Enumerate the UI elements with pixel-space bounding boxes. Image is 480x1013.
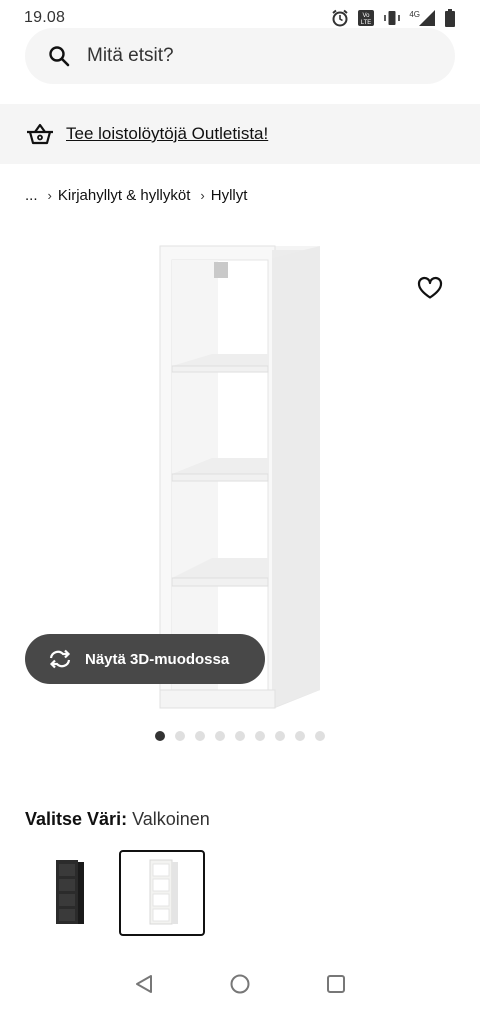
vibrate-icon — [384, 11, 401, 25]
home-icon[interactable] — [229, 973, 251, 995]
battery-icon — [445, 9, 455, 27]
volte-icon: VoLTE — [358, 10, 375, 26]
search-input[interactable] — [87, 45, 407, 67]
search-box[interactable] — [25, 28, 455, 84]
chevron-right-icon: › — [200, 187, 205, 203]
search-area — [0, 28, 480, 102]
carousel-dot-4[interactable] — [215, 731, 225, 741]
wishlist-button[interactable] — [414, 272, 446, 304]
signal-icon — [419, 10, 435, 26]
color-select-value: Valkoinen — [132, 809, 210, 829]
black-shelf-thumbnail — [56, 860, 84, 924]
color-select-key: Valitse Väri: — [25, 809, 128, 829]
back-icon[interactable] — [133, 973, 155, 995]
view-3d-button[interactable]: Näytä 3D-muodossa — [25, 634, 265, 684]
heart-icon — [417, 276, 443, 299]
system-nav-bar — [0, 955, 480, 1013]
carousel-dot-7[interactable] — [275, 731, 285, 741]
status-icons: Vo LTE 4G — [331, 9, 456, 27]
color-select-label: Valitse Väri: Valkoinen — [25, 809, 210, 830]
color-swatch-white[interactable] — [119, 850, 205, 936]
carousel-dot-8[interactable] — [295, 731, 305, 741]
color-swatch-black[interactable] — [25, 850, 111, 936]
carousel-dot-3[interactable] — [195, 731, 205, 741]
carousel-dot-1[interactable] — [155, 731, 165, 741]
outlet-promo-banner[interactable]: Tee loistolöytöjä Outletista! — [0, 104, 480, 164]
svg-text:Vo: Vo — [363, 13, 371, 19]
view-3d-label: Näytä 3D-muodossa — [85, 650, 230, 668]
image-carousel-dots — [155, 731, 325, 741]
chevron-right-icon: › — [47, 187, 52, 203]
breadcrumb-item-hyllyt[interactable]: Hyllyt — [211, 187, 248, 204]
svg-text:LTE: LTE — [361, 20, 372, 26]
carousel-dot-6[interactable] — [255, 731, 265, 741]
breadcrumb-ellipsis[interactable]: ... — [25, 187, 38, 204]
basket-icon — [27, 123, 53, 145]
status-time: 19.08 — [24, 9, 66, 26]
alarm-icon — [332, 9, 348, 27]
recents-icon[interactable] — [325, 973, 347, 995]
color-swatches — [25, 850, 205, 936]
outlet-promo-link[interactable]: Tee loistolöytöjä Outletista! — [66, 124, 268, 144]
carousel-dot-2[interactable] — [175, 731, 185, 741]
white-shelf-thumbnail — [149, 859, 178, 925]
carousel-dot-9[interactable] — [315, 731, 325, 741]
search-icon — [49, 46, 70, 67]
rotate-3d-icon — [49, 649, 71, 669]
breadcrumb-item-kirjahyllyt[interactable]: Kirjahyllyt & hyllyköt — [58, 187, 191, 204]
carousel-dot-5[interactable] — [235, 731, 245, 741]
breadcrumb: ... › Kirjahyllyt & hyllyköt › Hyllyt — [25, 184, 247, 206]
